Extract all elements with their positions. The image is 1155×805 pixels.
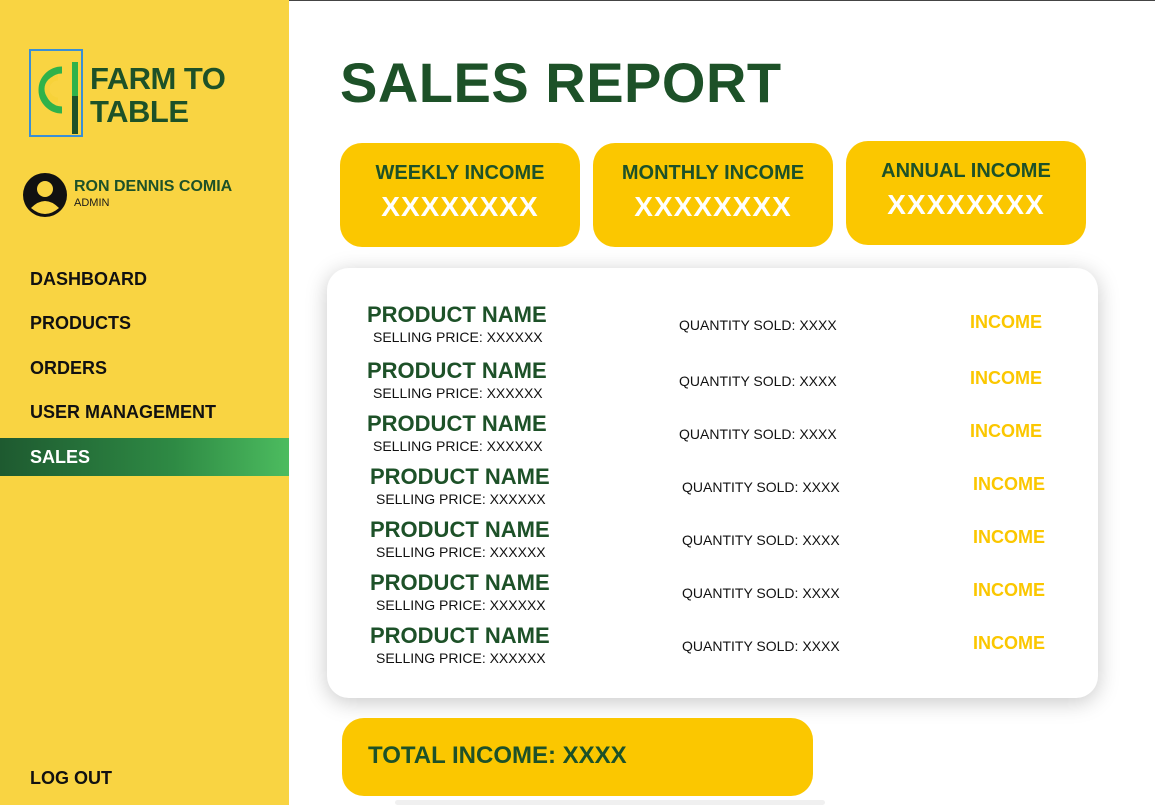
product-price: SELLING PRICE: XXXXXX [376,544,546,560]
table-row[interactable]: PRODUCT NAME SELLING PRICE: XXXXXX QUANT… [327,411,1098,461]
total-income-card: TOTAL INCOME: XXXX [342,718,813,796]
table-row[interactable]: PRODUCT NAME SELLING PRICE: XXXXXX QUANT… [327,358,1098,408]
card-label: ANNUAL INCOME [881,160,1051,182]
income-link[interactable]: INCOME [973,527,1045,548]
sidebar-item-dashboard[interactable]: DASHBOARD [0,257,289,302]
sidebar-nav: DASHBOARD PRODUCTS ORDERS USER MANAGEMEN… [0,257,289,476]
total-income-label: TOTAL INCOME: XXXX [368,742,627,769]
card-value: XXXXXXXX [887,189,1045,220]
table-row[interactable]: PRODUCT NAME SELLING PRICE: XXXXXX QUANT… [327,517,1098,567]
product-price: SELLING PRICE: XXXXXX [373,385,543,401]
sales-list-panel: PRODUCT NAME SELLING PRICE: XXXXXX QUANT… [327,268,1098,698]
product-name: PRODUCT NAME [370,623,550,648]
quantity-sold: QUANTITY SOLD: XXXX [682,532,840,548]
page-title: SALES REPORT [340,51,782,114]
product-name: PRODUCT NAME [367,302,547,327]
table-row[interactable]: PRODUCT NAME SELLING PRICE: XXXXXX QUANT… [327,570,1098,620]
app-name: FARM TO TABLE [90,61,226,129]
income-link[interactable]: INCOME [973,633,1045,654]
logout-button[interactable]: LOG OUT [30,768,112,789]
card-value: XXXXXXXX [381,191,539,222]
weekly-income-card: WEEKLY INCOME XXXXXXXX [340,143,580,247]
quantity-sold: QUANTITY SOLD: XXXX [679,317,837,333]
sidebar-item-sales[interactable]: SALES [0,438,289,476]
quantity-sold: QUANTITY SOLD: XXXX [679,373,837,389]
product-name: PRODUCT NAME [370,570,550,595]
quantity-sold: QUANTITY SOLD: XXXX [682,585,840,601]
quantity-sold: QUANTITY SOLD: XXXX [679,426,837,442]
quantity-sold: QUANTITY SOLD: XXXX [682,638,840,654]
income-link[interactable]: INCOME [970,312,1042,333]
user-profile[interactable]: RON DENNIS COMIA ADMIN [22,172,282,218]
user-name: RON DENNIS COMIA [74,178,233,195]
sidebar-item-orders[interactable]: ORDERS [0,346,289,391]
sidebar-item-products[interactable]: PRODUCTS [0,302,289,347]
table-row[interactable]: PRODUCT NAME SELLING PRICE: XXXXXX QUANT… [327,623,1098,673]
product-name: PRODUCT NAME [370,517,550,542]
product-price: SELLING PRICE: XXXXXX [376,491,546,507]
sidebar-item-user-management[interactable]: USER MANAGEMENT [0,391,289,436]
product-price: SELLING PRICE: XXXXXX [373,329,543,345]
user-avatar-icon [23,173,67,217]
monthly-income-card: MONTHLY INCOME XXXXXXXX [593,143,833,247]
income-link[interactable]: INCOME [970,368,1042,389]
app-logo[interactable]: FARM TO TABLE [28,48,248,142]
income-link[interactable]: INCOME [973,474,1045,495]
product-price: SELLING PRICE: XXXXXX [376,650,546,666]
card-value: XXXXXXXX [634,191,792,222]
income-link[interactable]: INCOME [970,421,1042,442]
product-price: SELLING PRICE: XXXXXX [376,597,546,613]
card-label: WEEKLY INCOME [375,162,545,184]
logo-mark-icon [29,49,83,137]
user-role: ADMIN [74,197,110,209]
product-price: SELLING PRICE: XXXXXX [373,438,543,454]
annual-income-card: ANNUAL INCOME XXXXXXXX [846,141,1086,245]
income-link[interactable]: INCOME [973,580,1045,601]
divider [395,800,825,805]
card-label: MONTHLY INCOME [621,162,805,184]
table-row[interactable]: PRODUCT NAME SELLING PRICE: XXXXXX QUANT… [327,302,1098,352]
quantity-sold: QUANTITY SOLD: XXXX [682,479,840,495]
product-name: PRODUCT NAME [370,464,550,489]
product-name: PRODUCT NAME [367,358,547,383]
product-name: PRODUCT NAME [367,411,547,436]
table-row[interactable]: PRODUCT NAME SELLING PRICE: XXXXXX QUANT… [327,464,1098,514]
sidebar: FARM TO TABLE RON DENNIS COMIA ADMIN DAS… [0,0,289,805]
